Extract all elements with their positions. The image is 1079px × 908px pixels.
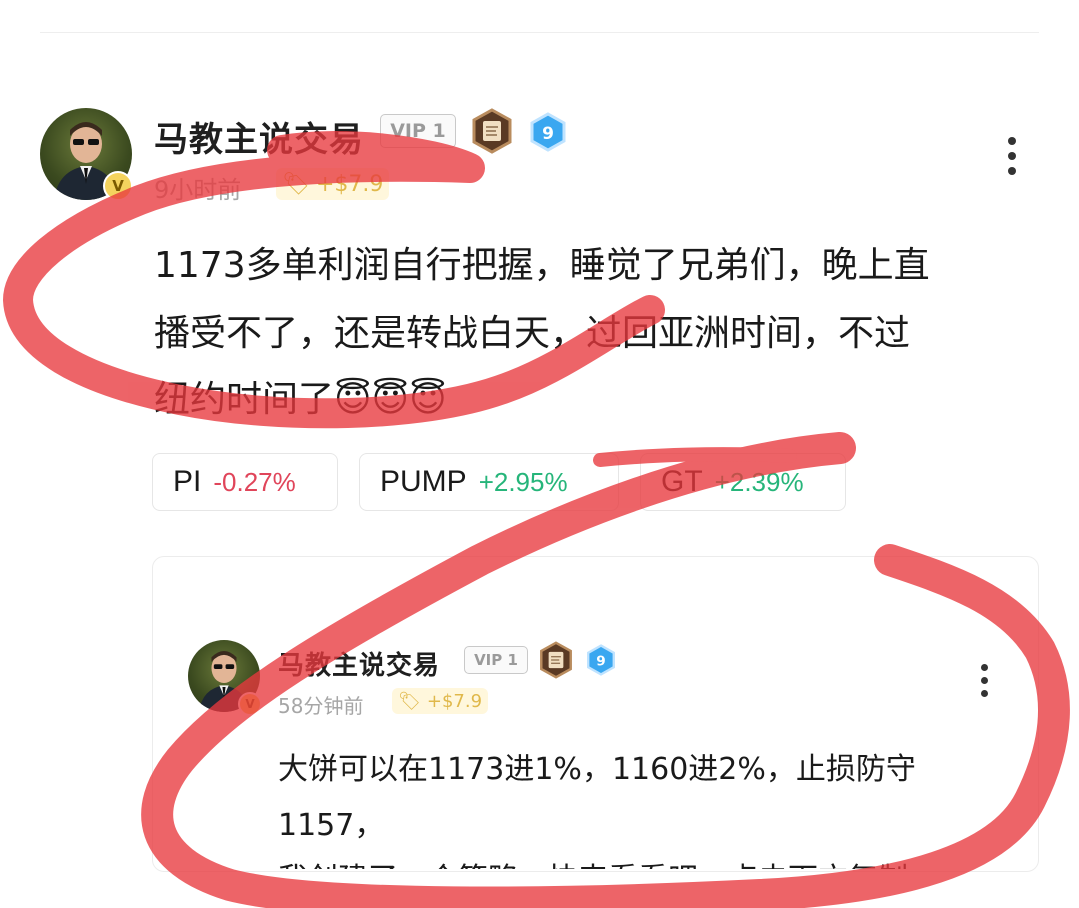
reward-amount: +$7.9 (315, 171, 384, 197)
post-content-line-2: 播受不了，还是转战白天，过回亚洲时间，不过 (154, 313, 911, 354)
more-options-button[interactable] (1008, 137, 1016, 175)
ticker-change: +2.95% (478, 466, 568, 497)
post-time: 9小时前 (154, 176, 242, 204)
level-hexagon-icon: 9 (528, 112, 568, 152)
coin-icon: 🏷 (282, 171, 310, 197)
post-content-line-3: 纽约时间了😇😇😇 (154, 370, 447, 422)
scroll-medal-icon (470, 108, 514, 154)
quoted-coin-icon: 🏷 (398, 690, 421, 712)
ticker-tag-pi[interactable]: PI -0.27% (152, 453, 338, 511)
quoted-more-options-button[interactable] (981, 664, 988, 697)
quoted-vip-badge: VIP 1 (464, 646, 528, 674)
vip-badge: VIP 1 (380, 114, 456, 148)
author-name[interactable]: 马教主说交易 (154, 112, 364, 161)
svg-text:9: 9 (542, 124, 554, 144)
ticker-symbol: PUMP (380, 465, 467, 498)
quoted-content-line-3: 我创建了一个策略，快来看看吧，点击下方复制 (278, 854, 908, 869)
quoted-reward-tag[interactable]: 🏷 +$7.9 (392, 688, 489, 714)
post-content-line-1: 1173多单利润自行把握，睡觉了兄弟们，晚上直 (154, 245, 930, 286)
quoted-content-clip: 我创建了一个策略，快来看看吧，点击下方复制 (153, 852, 1036, 869)
quoted-author-name[interactable]: 马教主说交易 (278, 645, 440, 682)
top-divider (40, 32, 1039, 33)
ticker-tag-gt[interactable]: GT +2.39% (640, 453, 846, 511)
svg-text:9: 9 (596, 654, 605, 670)
quoted-scroll-medal-icon (538, 641, 574, 679)
ticker-change: +2.39% (714, 466, 804, 497)
verified-badge: V (103, 171, 133, 201)
ticker-tag-pump[interactable]: PUMP +2.95% (359, 453, 619, 511)
ticker-symbol: GT (661, 465, 703, 498)
quoted-post-time: 58分钟前 (278, 694, 364, 718)
quoted-content-line-1: 大饼可以在1173进1%，1160进2%，止损防守 (278, 752, 916, 787)
quoted-verified-badge: V (238, 692, 262, 716)
ticker-symbol: PI (173, 465, 202, 498)
quoted-content-line-2: 1157， (278, 808, 385, 843)
post-content-text: 纽约时间了 (154, 379, 335, 420)
emoji-row: 😇😇😇 (334, 379, 447, 420)
ticker-change: -0.27% (213, 466, 296, 497)
quoted-level-hexagon-icon: 9 (585, 644, 617, 676)
reward-tag[interactable]: 🏷 +$7.9 (276, 168, 390, 200)
quoted-reward-amount: +$7.9 (426, 690, 483, 712)
